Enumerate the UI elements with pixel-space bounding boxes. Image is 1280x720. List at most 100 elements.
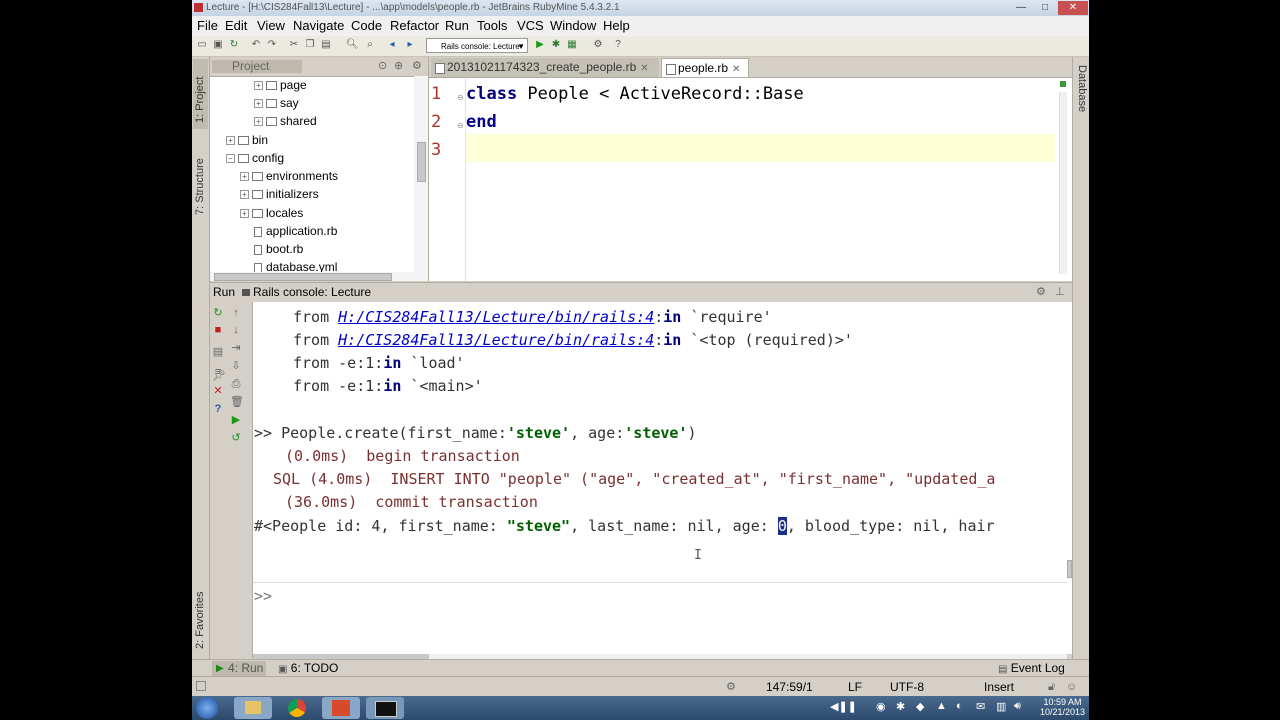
taskbar-rubymine[interactable]: [322, 697, 360, 719]
tree-hscroll-thumb[interactable]: [214, 273, 392, 281]
menu-edit[interactable]: Edit: [225, 16, 247, 36]
tray-icon[interactable]: ◐: [956, 700, 963, 712]
recorder-icon[interactable]: ◀❚❚: [830, 700, 857, 713]
rerun-icon[interactable]: ↻: [212, 307, 224, 319]
pin-tab-icon[interactable]: 📌︎: [212, 370, 226, 382]
gear-icon[interactable]: ⚙: [412, 57, 422, 76]
clock[interactable]: 10:59 AM 10/21/2013: [1040, 697, 1085, 717]
stacktrace-link[interactable]: H:/CIS284Fall13/Lecture/bin/rails:4: [338, 331, 654, 349]
menu-code[interactable]: Code: [351, 16, 382, 36]
fold-marker-icon[interactable]: ⊖: [457, 121, 464, 130]
scroll-up-icon[interactable]: ↑: [230, 307, 242, 319]
back-icon[interactable]: ◂: [386, 39, 398, 51]
help-icon[interactable]: ?: [612, 39, 624, 51]
tab-people-rb[interactable]: people.rb ✕: [661, 58, 749, 77]
tree-vscrollbar[interactable]: [414, 76, 428, 272]
taskbar-chrome[interactable]: [278, 697, 316, 719]
help-icon[interactable]: ?: [212, 403, 224, 415]
stop-icon[interactable]: ■: [212, 324, 224, 336]
settings-icon[interactable]: ⚙: [592, 39, 604, 51]
collapse-all-icon[interactable]: ⊕: [394, 57, 403, 76]
scroll-down-icon[interactable]: ↓: [230, 324, 242, 336]
stacktrace-link[interactable]: H:/CIS284Fall13/Lecture/bin/rails:4: [338, 308, 654, 326]
sync-icon[interactable]: ↻: [228, 39, 240, 51]
soft-wrap-icon[interactable]: ⇥: [230, 342, 242, 354]
tree-item-application-rb[interactable]: application.rb: [254, 222, 337, 240]
reload-console-icon[interactable]: ↺: [230, 432, 242, 444]
run-icon[interactable]: ▶: [534, 39, 546, 51]
menu-run[interactable]: Run: [445, 16, 469, 36]
tree-item-config[interactable]: − config: [226, 149, 284, 167]
gear-icon[interactable]: ⚙: [1036, 283, 1046, 302]
tab-run[interactable]: ▶ 4: Run: [212, 661, 266, 676]
volume-icon[interactable]: 🔊︎: [1014, 700, 1021, 713]
console-output[interactable]: from H:/CIS284Fall13/Lecture/bin/rails:4…: [253, 302, 1067, 654]
scroll-from-source-icon[interactable]: ⊙: [378, 57, 387, 76]
tree-hscrollbar[interactable]: [210, 272, 428, 281]
tray-icon[interactable]: ✱: [896, 700, 905, 713]
taskbar-cmd[interactable]: [366, 697, 404, 719]
tree-item-bin[interactable]: + bin: [226, 131, 268, 149]
toggle-tool-windows-icon[interactable]: [196, 681, 206, 691]
line-separator[interactable]: LF: [848, 677, 862, 696]
close-button[interactable]: ✕: [1058, 1, 1088, 15]
favorites-tool-label[interactable]: 2: Favorites: [194, 592, 206, 649]
console-scroll-thumb[interactable]: [1067, 560, 1072, 578]
tree-item-locales[interactable]: + locales: [240, 204, 303, 222]
tab-create-people-migration[interactable]: 20131021174323_create_people.rb ✕: [431, 58, 659, 77]
hide-panel-icon[interactable]: ⊥: [1055, 283, 1065, 302]
menu-view[interactable]: View: [257, 16, 285, 36]
tree-item-initializers[interactable]: + initializers: [240, 185, 319, 203]
minimize-button[interactable]: —: [1010, 1, 1032, 15]
close-tab-icon[interactable]: ✕: [640, 63, 648, 74]
network-icon[interactable]: ▥: [996, 700, 1006, 713]
trash-icon[interactable]: 🗑︎: [230, 396, 244, 408]
save-icon[interactable]: ▣: [212, 39, 224, 51]
open-icon[interactable]: ▭: [196, 39, 208, 51]
console-input-prompt[interactable]: >>: [254, 587, 272, 605]
code-area[interactable]: class People < ActiveRecord::Base end: [465, 78, 1056, 281]
close-tab-icon[interactable]: ✕: [732, 64, 740, 75]
maximize-button[interactable]: □: [1034, 1, 1056, 15]
menu-help[interactable]: Help: [603, 16, 630, 36]
lock-icon[interactable]: 🔓︎: [1048, 677, 1055, 696]
cut-icon[interactable]: ✂: [288, 39, 300, 51]
tray-icon[interactable]: ✉: [976, 700, 985, 713]
settings-icon[interactable]: ⚙: [726, 677, 736, 696]
tree-item-boot-rb[interactable]: boot.rb: [254, 240, 303, 258]
structure-tool-label[interactable]: 7: Structure: [194, 158, 206, 215]
caret-position[interactable]: 147:59/1: [766, 677, 813, 696]
execute-icon[interactable]: ▶: [230, 414, 242, 426]
copy-icon[interactable]: ❐: [304, 39, 316, 51]
start-button[interactable]: [196, 697, 218, 719]
find-icon[interactable]: 🔍︎: [346, 39, 359, 51]
menu-window[interactable]: Window: [550, 16, 596, 36]
paste-icon[interactable]: ▤: [320, 39, 332, 51]
undo-icon[interactable]: ↶: [250, 39, 262, 51]
run-config-select[interactable]: Rails console: Lecture ▼: [426, 38, 528, 53]
menu-tools[interactable]: Tools: [477, 16, 507, 36]
fold-marker-icon[interactable]: ⊖: [457, 93, 464, 102]
tree-vscroll-thumb[interactable]: [417, 142, 426, 182]
tree-item-shared[interactable]: + shared: [254, 112, 317, 130]
inspector-icon[interactable]: ☺: [1066, 677, 1077, 696]
tree-item-page[interactable]: + page: [254, 76, 307, 94]
menu-navigate[interactable]: Navigate: [293, 16, 344, 36]
tree-item-environments[interactable]: + environments: [240, 167, 338, 185]
insert-mode[interactable]: Insert: [984, 677, 1014, 696]
menu-vcs[interactable]: VCS: [517, 16, 544, 36]
coverage-icon[interactable]: ▦: [566, 39, 578, 51]
replace-icon[interactable]: ⌕: [364, 39, 376, 51]
tray-icon[interactable]: ◆: [916, 700, 924, 713]
tray-icon[interactable]: ◉: [876, 700, 886, 713]
print-icon[interactable]: ⎙: [230, 378, 242, 390]
scroll-to-end-icon[interactable]: ⇩: [230, 360, 242, 372]
redo-icon[interactable]: ↷: [266, 39, 278, 51]
editor-scrollbar[interactable]: [1055, 78, 1072, 281]
tray-icon[interactable]: ▲: [936, 700, 947, 712]
menu-file[interactable]: File: [197, 16, 218, 36]
debug-icon[interactable]: ✱: [550, 39, 562, 51]
forward-icon[interactable]: ▸: [404, 39, 416, 51]
console-scrollbar[interactable]: [1067, 302, 1072, 654]
run-config-tab[interactable]: Rails console: Lecture: [253, 283, 371, 302]
